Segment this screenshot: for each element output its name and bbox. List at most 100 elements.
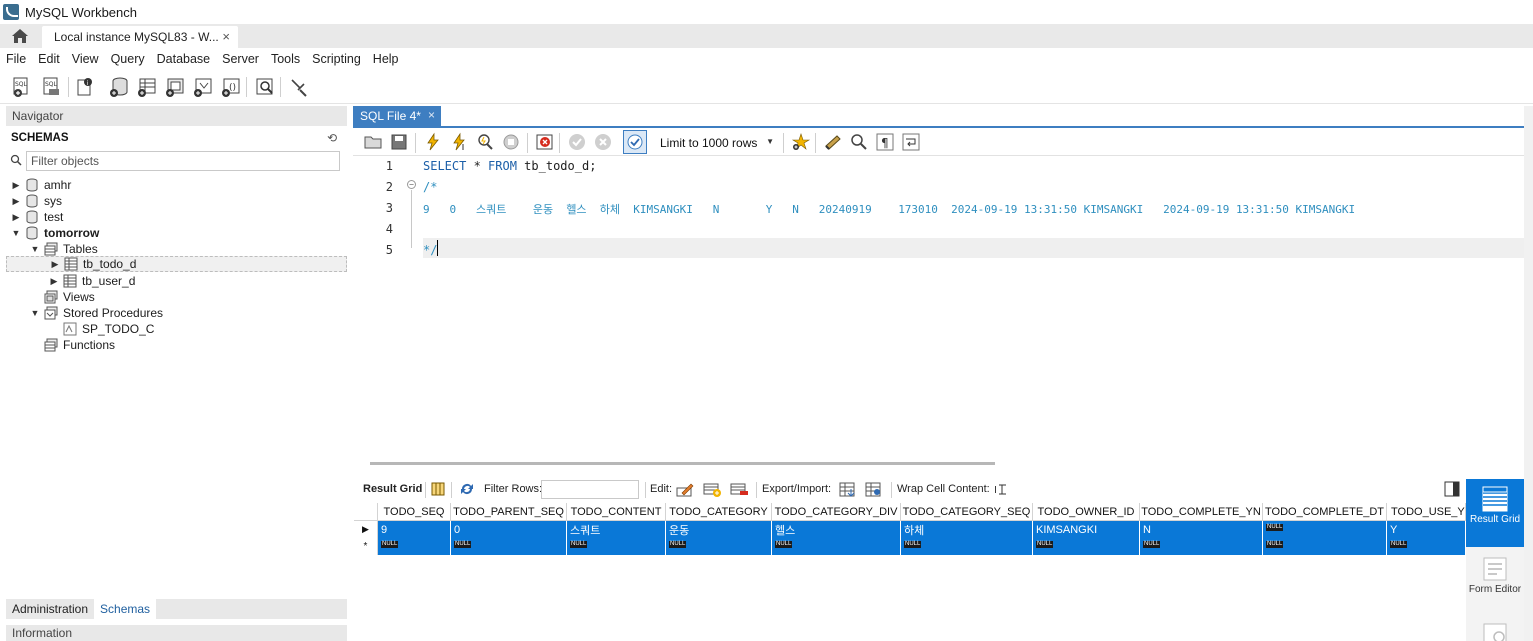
grid-cell[interactable]: NULL	[1387, 538, 1466, 555]
home-tab[interactable]	[0, 24, 40, 48]
tree-item-views[interactable]: Views	[44, 289, 95, 305]
menu-help[interactable]: Help	[367, 52, 405, 66]
menu-tools[interactable]: Tools	[265, 52, 306, 66]
column-header[interactable]: TODO_CATEGORY	[666, 503, 772, 521]
open-file-button[interactable]	[361, 130, 385, 154]
expand-arrow-icon[interactable]: ▶	[49, 276, 59, 287]
refresh-schemas-icon[interactable]: ⟲	[327, 131, 337, 145]
menu-file[interactable]: File	[0, 52, 32, 66]
collapse-arrow-icon[interactable]: ▼	[30, 308, 40, 318]
server-info-button[interactable]: i	[73, 75, 97, 99]
find-replace-button[interactable]	[847, 130, 871, 154]
execute-button[interactable]	[421, 130, 445, 154]
create-view-button[interactable]	[163, 75, 187, 99]
grid-cell[interactable]: NULL	[1140, 538, 1263, 555]
menu-query[interactable]: Query	[105, 52, 151, 66]
invisible-chars-button[interactable]: ¶	[873, 130, 897, 154]
result-grid-view-button[interactable]: Result Grid	[1466, 479, 1524, 547]
commit-button[interactable]	[565, 130, 589, 154]
close-tab-icon[interactable]: ×	[222, 29, 230, 44]
result-grid[interactable]: TODO_SEQ TODO_PARENT_SEQ TODO_CONTENT TO…	[354, 503, 1466, 641]
table-row[interactable]: ▶ 9 0 스쿼트 운동 헬스 하체 KIMSANGKI N NULL Y	[354, 521, 1466, 538]
grid-cell[interactable]: 운동	[666, 521, 772, 538]
column-header[interactable]: TODO_PARENT_SEQ	[451, 503, 567, 521]
column-header[interactable]: TODO_SEQ	[378, 503, 451, 521]
search-table-data-button[interactable]	[253, 75, 277, 99]
grid-cell[interactable]: NULL	[772, 538, 901, 555]
vertical-scrollbar[interactable]	[1524, 106, 1533, 641]
grid-cell[interactable]: NULL	[666, 538, 772, 555]
schema-test[interactable]: ▶ test	[11, 209, 64, 225]
grid-cell[interactable]: NULL	[1033, 538, 1140, 555]
grid-cell[interactable]: 헬스	[772, 521, 901, 538]
grid-cell[interactable]: 9	[378, 521, 451, 538]
procedure-sp-todo-c[interactable]: SP_TODO_C	[63, 321, 154, 337]
grid-cell[interactable]: NULL	[901, 538, 1033, 555]
create-schema-button[interactable]	[107, 75, 131, 99]
toggle-error-stop-button[interactable]	[533, 130, 557, 154]
horizontal-scrollbar[interactable]	[370, 462, 995, 465]
wrap-cell-icon[interactable]: I	[993, 483, 1007, 495]
filter-rows-input[interactable]	[541, 480, 639, 499]
grid-cell[interactable]: Y	[1387, 521, 1466, 538]
expand-arrow-icon[interactable]: ▶	[11, 180, 21, 191]
grid-cell[interactable]: 스쿼트	[567, 521, 666, 538]
close-icon[interactable]: ×	[428, 108, 435, 122]
explain-button[interactable]	[473, 130, 497, 154]
add-row-icon[interactable]	[703, 481, 721, 497]
table-tb-todo-d[interactable]: ▶ tb_todo_d	[6, 256, 347, 272]
new-sql-tab-button[interactable]: SQL	[10, 75, 34, 99]
create-procedure-button[interactable]	[191, 75, 215, 99]
menu-server[interactable]: Server	[216, 52, 265, 66]
expand-arrow-icon[interactable]: ▶	[11, 212, 21, 223]
form-editor-view-button[interactable]: Form Editor	[1466, 549, 1524, 617]
column-header[interactable]: TODO_CATEGORY_DIV	[772, 503, 901, 521]
save-button[interactable]	[387, 130, 411, 154]
export-icon[interactable]	[839, 481, 857, 497]
filter-objects-input[interactable]: Filter objects	[26, 151, 340, 171]
grid-cell[interactable]: NULL	[1263, 521, 1387, 538]
beautify-button[interactable]	[821, 130, 845, 154]
limit-rows-select[interactable]: Limit to 1000 rows ▼	[656, 133, 778, 152]
column-header[interactable]: TODO_COMPLETE_YN	[1140, 503, 1263, 521]
execute-current-button[interactable]	[447, 130, 471, 154]
tree-item-functions[interactable]: Functions	[44, 337, 115, 353]
grid-cell[interactable]: 하체	[901, 521, 1033, 538]
fold-toggle-icon[interactable]: −	[407, 180, 416, 189]
grid-cell[interactable]: 0	[451, 521, 567, 538]
sql-editor[interactable]: − 1 2 3 4 5 SELECT * FROM tb_todo_d; /* …	[353, 156, 1524, 456]
stop-button[interactable]	[499, 130, 523, 154]
result-grid-label[interactable]: Result Grid	[363, 483, 422, 495]
grid-cell[interactable]: NULL	[378, 538, 451, 555]
expand-arrow-icon[interactable]: ▶	[50, 259, 60, 270]
expand-arrow-icon[interactable]: ▶	[11, 196, 21, 207]
field-types-view-button[interactable]	[1466, 615, 1524, 641]
create-function-button[interactable]: ()	[219, 75, 243, 99]
column-header[interactable]: TODO_CATEGORY_SEQ	[901, 503, 1033, 521]
column-header[interactable]: TODO_CONTENT	[567, 503, 666, 521]
tab-sql-file[interactable]: SQL File 4* ×	[353, 106, 441, 126]
tree-item-stored-procedures[interactable]: ▼ Stored Procedures	[30, 305, 164, 321]
collapse-arrow-icon[interactable]: ▼	[30, 244, 40, 254]
word-wrap-button[interactable]	[899, 130, 923, 154]
column-header[interactable]: TODO_COMPLETE_DT	[1263, 503, 1387, 521]
refresh-icon[interactable]	[459, 482, 475, 496]
import-icon[interactable]	[865, 481, 883, 497]
grid-cell[interactable]: NULL	[451, 538, 567, 555]
delete-row-icon[interactable]	[730, 481, 748, 497]
grid-cell[interactable]: NULL	[1263, 538, 1387, 555]
add-snippet-button[interactable]	[789, 130, 813, 154]
rollback-button[interactable]	[591, 130, 615, 154]
open-sql-script-button[interactable]: SQL	[40, 75, 64, 99]
create-table-button[interactable]	[135, 75, 159, 99]
grid-layout-icon[interactable]	[431, 482, 445, 496]
menu-edit[interactable]: Edit	[32, 52, 66, 66]
edit-row-icon[interactable]	[676, 481, 694, 497]
reconnect-button[interactable]	[287, 75, 311, 99]
column-header[interactable]: TODO_OWNER_ID	[1033, 503, 1140, 521]
table-tb-user-d[interactable]: ▶ tb_user_d	[49, 273, 136, 289]
schema-sys[interactable]: ▶ sys	[11, 193, 62, 209]
autocommit-toggle-button[interactable]	[623, 130, 647, 154]
tab-schemas[interactable]: Schemas	[94, 599, 157, 619]
menu-view[interactable]: View	[66, 52, 105, 66]
